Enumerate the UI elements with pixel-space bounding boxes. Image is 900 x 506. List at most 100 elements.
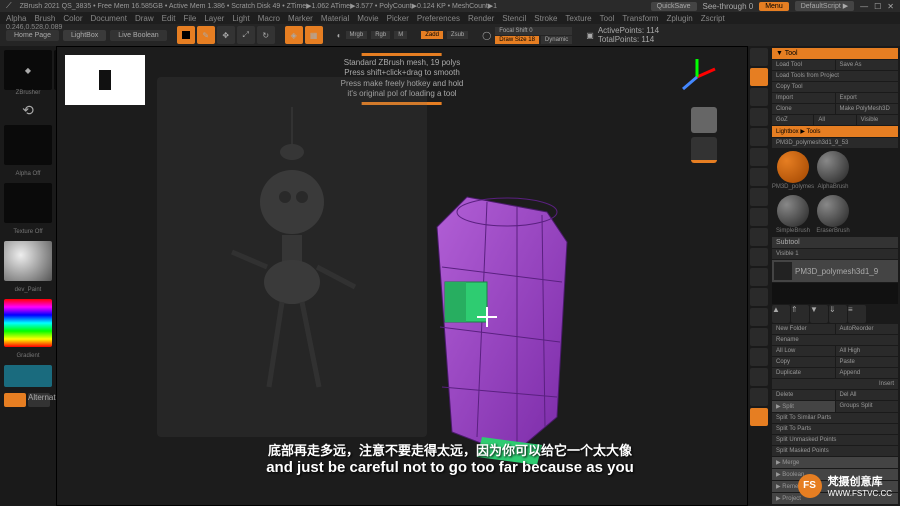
transp-button[interactable] [750,328,768,346]
frame-button[interactable] [750,208,768,226]
subtool-header[interactable]: Subtool [772,237,898,248]
export-button[interactable]: Export [836,93,899,103]
rename-button[interactable]: Rename [772,335,898,345]
tool-thumb-2[interactable] [817,151,849,183]
save-as-button[interactable]: Save As [836,60,899,70]
split-similar-button[interactable]: Split To Similar Parts [772,413,898,423]
gizmo-icon[interactable]: ◈ [285,26,303,44]
menu-zscript[interactable]: Zscript [701,14,725,23]
menu-brush[interactable]: Brush [34,14,55,23]
menu-file[interactable]: File [183,14,196,23]
switchcolor-button[interactable] [4,393,26,407]
tab-lightbox[interactable]: LightBox [63,30,106,41]
menu-preferences[interactable]: Preferences [417,14,460,23]
menu-stroke[interactable]: Stroke [534,14,557,23]
groups-split-button[interactable]: Groups Split [836,401,899,412]
mrgb-toggle[interactable]: Mrgb [346,31,368,39]
aaht-button[interactable] [750,88,768,106]
tab-boolean[interactable]: Live Boolean [110,30,166,41]
draw-size-slider[interactable]: Draw Size 18 [495,36,539,44]
move-icon[interactable]: ✥ [217,26,235,44]
make-polymesh-button[interactable]: Make PolyMesh3D [836,104,899,114]
arrow-up-icon[interactable]: ▲ [772,305,790,323]
menu-document[interactable]: Document [91,14,127,23]
canvas-viewport[interactable]: Standard ZBrush mesh, 19 polys Press shi… [56,46,748,506]
paste-sub-button[interactable]: Paste [836,357,899,367]
alternate-button[interactable]: Alternate [28,393,50,407]
delete-all-button[interactable]: Del All [836,390,899,400]
subtool-item-1[interactable]: PM3D_polymesh3d1_9 [772,260,898,282]
split-masked-button[interactable]: Split Masked Points [772,446,898,456]
menu-stencil[interactable]: Stencil [502,14,526,23]
lightbox-tools-button[interactable]: Lightbox ▶ Tools [772,126,898,137]
persp-button[interactable] [750,128,768,146]
menu-texture[interactable]: Texture [565,14,591,23]
tool-thumb-3[interactable] [777,195,809,227]
menu-edit[interactable]: Edit [162,14,176,23]
all-high-button[interactable]: All High [836,346,899,356]
edit-icon[interactable] [177,26,195,44]
delete-button[interactable]: Delete [772,390,835,400]
autoreorder-button[interactable]: AutoReorder [836,324,899,334]
projection-button[interactable] [750,48,768,66]
visible-button[interactable]: Visible [857,115,898,125]
load-project-button[interactable]: Load Tools from Project [772,71,898,81]
rotate-view-icon[interactable] [750,288,768,306]
script-button[interactable]: DefaultScript ▶ [795,1,854,11]
move-up-icon[interactable]: ⇑ [791,305,809,323]
menu-alpha[interactable]: Alpha [6,14,26,23]
m-toggle[interactable]: M [394,31,407,39]
quicksave-button[interactable]: QuickSave [651,2,697,11]
menu-macro[interactable]: Macro [258,14,280,23]
pf-button[interactable] [750,408,768,426]
ghost-icon[interactable] [750,348,768,366]
arrow-down-icon[interactable]: ▼ [810,305,828,323]
menu-material[interactable]: Material [321,14,349,23]
menu-picker[interactable]: Picker [387,14,409,23]
menu-draw[interactable]: Draw [135,14,154,23]
gradient-label[interactable]: Gradient [4,353,52,359]
copy-tool-button[interactable]: Copy Tool [772,82,898,92]
menu-button[interactable]: Menu [759,2,789,11]
menu-layer[interactable]: Layer [204,14,224,23]
all-low-button[interactable]: All Low [772,346,835,356]
tab-homepage[interactable]: Home Page [6,30,59,41]
tool-panel-header[interactable]: ▼ Tool [772,48,898,59]
zsub-toggle[interactable]: Zsub [447,31,468,39]
reference-thumbnail[interactable] [65,55,145,105]
menu-color[interactable]: Color [63,14,82,23]
duplicate-button[interactable]: Duplicate [772,368,835,378]
append-button[interactable]: Append [836,368,899,378]
zbrusher-thumb[interactable]: ◆ [4,50,52,90]
material-slot[interactable] [4,241,52,281]
insert-button[interactable]: Insert [772,379,898,389]
menu-transform[interactable]: Transform [622,14,658,23]
bpr-button[interactable] [750,68,768,86]
split-parts-button[interactable]: Split To Parts [772,424,898,434]
focal-shift-slider[interactable]: Focal Shift 0 [495,27,572,35]
texture-slot[interactable] [4,183,52,223]
draw-icon[interactable]: ✎ [197,26,215,44]
menu-movie[interactable]: Movie [357,14,378,23]
new-folder-button[interactable]: New Folder [772,324,835,334]
solo-button[interactable] [750,368,768,386]
camera-persp-icon[interactable] [691,107,717,133]
xpose-button[interactable] [750,388,768,406]
menu-light[interactable]: Light [232,14,249,23]
scale-view-icon[interactable] [750,228,768,246]
clone-button[interactable]: Clone [772,104,835,114]
sculptris-icon[interactable]: ▦ [305,26,323,44]
maximize-icon[interactable]: ☐ [874,2,881,11]
color-picker[interactable] [4,299,52,347]
tool-thumb-4[interactable] [817,195,849,227]
minimize-icon[interactable]: — [860,2,868,11]
close-icon[interactable]: ✕ [887,2,894,11]
menu-tool[interactable]: Tool [600,14,615,23]
zoom-view-icon[interactable] [750,268,768,286]
menu-render[interactable]: Render [468,14,494,23]
load-tool-button[interactable]: Load Tool [772,60,835,70]
merge-header[interactable]: ▶ Merge [772,457,898,468]
split-header[interactable]: ▶ Split [772,401,835,412]
alpha-slot[interactable] [4,125,52,165]
dynamic-toggle[interactable]: Dynamic [541,36,572,44]
